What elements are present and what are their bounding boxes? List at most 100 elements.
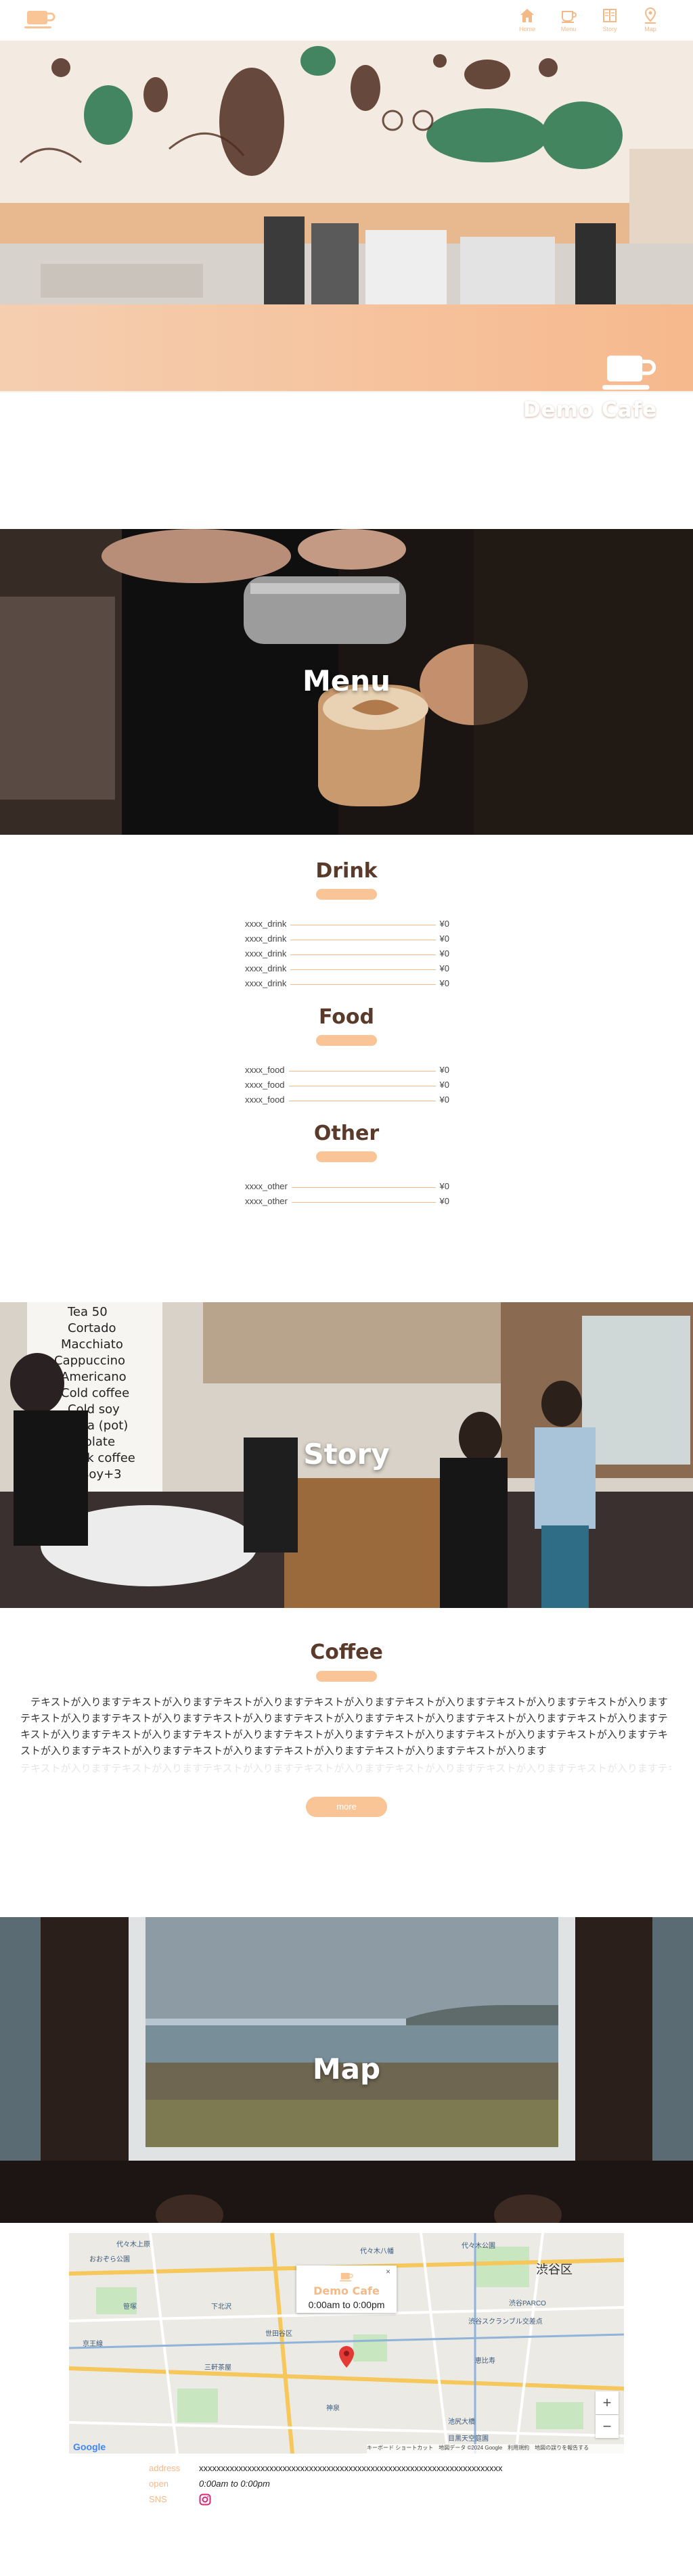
book-icon	[603, 9, 617, 22]
menu-item-name: xxxx_other	[245, 1180, 288, 1191]
svg-text:Macchiato: Macchiato	[61, 1337, 123, 1352]
google-map[interactable]: 渋谷区 代々木上原 代々木公園 渋谷PARCO 渋谷スクランブル交差点 恵比寿 池尻大橋三…	[69, 2233, 624, 2454]
coffee-heading: Coffee	[310, 1640, 383, 1664]
story-section-title: Story	[303, 1438, 390, 1471]
address-label: address	[149, 2463, 181, 2473]
cafe-cup-icon	[340, 2272, 353, 2282]
svg-text:Cold coffee: Cold coffee	[61, 1386, 129, 1400]
map-marker-icon[interactable]	[338, 2345, 355, 2368]
hero-brand-name: Demo Cafe	[522, 398, 658, 422]
open-value: 0:00am to 0:00pm	[199, 2479, 270, 2489]
menu-section-title: Menu	[302, 664, 391, 697]
menu-item-price: ¥0	[439, 948, 449, 959]
menu-item-price: ¥0	[439, 918, 449, 929]
menu-item: xxxx_drink ¥0	[245, 916, 449, 931]
home-icon	[520, 9, 534, 22]
map-pin-icon	[644, 7, 656, 24]
site-header: Home Menu Story Map	[0, 0, 693, 41]
menu-item-price: ¥0	[439, 933, 449, 944]
map-place-label: 下北沢	[211, 2303, 231, 2311]
map-place-label: 目黒天空庭園	[448, 2435, 489, 2443]
zoom-in-button[interactable]: +	[596, 2391, 619, 2414]
instagram-icon[interactable]	[199, 2493, 211, 2506]
menu-category-title: Food	[319, 1005, 374, 1029]
coffee-heading-underline	[316, 1671, 377, 1682]
hero-brand-band	[0, 304, 693, 391]
menu-item-price: ¥0	[439, 963, 449, 973]
menu-item-name: xxxx_drink	[245, 918, 287, 929]
nav-story-label: Story	[602, 26, 617, 32]
nav-map[interactable]: Map	[637, 7, 664, 37]
menu-item: xxxx_other ¥0	[245, 1178, 449, 1193]
menu-item: xxxx_food ¥0	[245, 1092, 449, 1107]
menu-item-list: xxxx_food ¥0 xxxx_food ¥0 xxxx_food ¥0	[245, 1062, 449, 1107]
map-place-label: 代々木八幡	[360, 2248, 394, 2255]
menu-item: xxxx_drink ¥0	[245, 946, 449, 961]
svg-text:Tea 50: Tea 50	[67, 1305, 108, 1319]
nav-home[interactable]: Home	[514, 7, 541, 37]
menu-item: xxxx_other ¥0	[245, 1193, 449, 1208]
map-place-label: 世田谷区	[265, 2330, 292, 2338]
map-info-window[interactable]: × Demo Cafe 0:00am to 0:00pm	[296, 2266, 397, 2313]
open-label: open	[149, 2479, 169, 2489]
hero-image: Demo Cafe	[0, 41, 693, 438]
menu-item-price: ¥0	[439, 1079, 449, 1090]
address-value: xxxxxxxxxxxxxxxxxxxxxxxxxxxxxxxxxxxxxxxx…	[199, 2463, 503, 2473]
menu-item-price: ¥0	[439, 1195, 449, 1206]
menu-item-name: xxxx_other	[245, 1195, 288, 1206]
cafe-cup-icon	[602, 355, 656, 390]
menu-category-underline	[316, 1151, 377, 1162]
nav-menu[interactable]: Menu	[555, 7, 582, 37]
menu-item-name: xxxx_drink	[245, 933, 287, 944]
menu-item-name: xxxx_drink	[245, 978, 287, 988]
menu-item-leader-line	[290, 954, 436, 955]
map-place-label: 渋谷スクランブル交差点	[468, 2318, 543, 2326]
svg-text:Cortado: Cortado	[68, 1321, 116, 1335]
menu-item-name: xxxx_food	[245, 1064, 285, 1075]
sns-label: SNS	[149, 2494, 167, 2504]
menu-category-title: Other	[313, 1122, 380, 1145]
menu-item-price: ¥0	[439, 1094, 449, 1105]
popup-close-icon[interactable]: ×	[386, 2267, 390, 2276]
menu-item: xxxx_food ¥0	[245, 1077, 449, 1092]
nav-menu-label: Menu	[560, 26, 577, 32]
menu-item-name: xxxx_drink	[245, 963, 287, 973]
menu-item-name: xxxx_food	[245, 1094, 285, 1105]
map-place-label: 池尻大橋	[448, 2418, 475, 2426]
map-section-title: Map	[312, 2052, 381, 2086]
map-banner: Map	[0, 1917, 693, 2223]
menu-category-underline	[316, 889, 377, 900]
coffee-cup-icon	[562, 11, 577, 23]
menu-item-price: ¥0	[439, 978, 449, 988]
nav-map-label: Map	[644, 26, 656, 32]
menu-item-leader-line	[290, 969, 436, 970]
svg-text:Cappuccino: Cappuccino	[54, 1354, 125, 1368]
nav-home-label: Home	[518, 26, 535, 32]
menu-item-list: xxxx_drink ¥0 xxxx_drink ¥0 xxxx_drink ¥0 xxxx…	[245, 916, 449, 990]
more-button[interactable]: more	[306, 1797, 387, 1817]
map-place-label: 代々木公園	[462, 2242, 495, 2250]
map-place-label: 三軒茶屋	[204, 2364, 231, 2372]
map-attribution[interactable]: キーボード ショートカット 地図データ ©2024 Google 利用規約 地図…	[367, 2444, 624, 2454]
menu-category-underline	[316, 1035, 377, 1046]
google-logo: Google	[73, 2441, 106, 2452]
svg-text:Americano: Americano	[61, 1370, 127, 1384]
map-place-label: 恵比寿	[475, 2358, 495, 2365]
coffee-story-faded-text: テキストが入りますテキストが入りますテキストが入りますテキストが入りますテキスト…	[20, 1763, 671, 1774]
menu-item-leader-line	[288, 1070, 436, 1072]
menu-category-title: Drink	[315, 859, 378, 883]
story-banner: Tea 50 Cortado Macchiato Cappuccino Amer…	[0, 1302, 693, 1608]
map-place-label: おおぞら公園	[89, 2256, 130, 2263]
popup-hours: 0:00am to 0:00pm	[308, 2299, 385, 2310]
menu-item: xxxx_drink ¥0	[245, 975, 449, 990]
menu-item-leader-line	[291, 1187, 436, 1188]
menu-item: xxxx_drink ¥0	[245, 931, 449, 946]
menu-item: xxxx_drink ¥0	[245, 961, 449, 975]
popup-brand-name: Demo Cafe	[313, 2284, 380, 2297]
coffee-story-text: テキストが入りますテキストが入りますテキストが入りますテキストが入りますテキスト…	[20, 1697, 668, 1757]
nav-story[interactable]: Story	[596, 7, 623, 37]
menu-list-area: Drink xxxx_drink ¥0 xxxx_drink ¥0 xxxx_drink ¥…	[0, 835, 693, 1214]
menu-item-leader-line	[290, 984, 436, 985]
zoom-out-button[interactable]: −	[596, 2415, 619, 2438]
cafe-logo-icon[interactable]	[24, 7, 55, 31]
